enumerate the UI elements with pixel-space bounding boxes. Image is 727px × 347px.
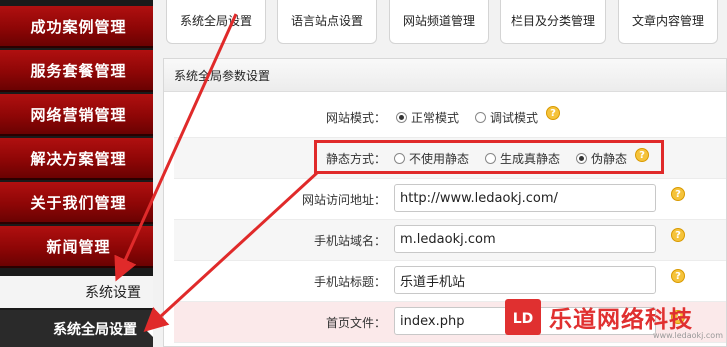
site-mode-row: 网站模式： 正常模式 调试模式 ? [174, 97, 726, 138]
radio-debug-mode[interactable]: 调试模式 [475, 109, 538, 126]
tab-channel-management[interactable]: 网站频道管理 [389, 0, 489, 44]
sidebar-item-label: 解决方案管理 [30, 149, 127, 168]
sidebar-item-label: 成功案例管理 [30, 17, 127, 36]
sidebar-section-system-settings[interactable]: 系统设置 [0, 276, 153, 308]
watermark: LD 乐道网络科技 www.ledaokj.com [503, 294, 727, 340]
panel-title: 系统全局参数设置 [164, 59, 726, 92]
radio-label: 正常模式 [411, 110, 460, 125]
index-file-label: 首页文件： [325, 315, 386, 330]
mobile-domain-label: 手机站域名： [313, 233, 386, 248]
brand-name: 乐道网络科技 [549, 307, 693, 333]
sidebar-item-label: 系统全局设置 [53, 321, 137, 338]
sidebar-item-about[interactable]: 关于我们管理 [0, 182, 153, 224]
mobile-domain-field[interactable]: m.ledaokj.com [394, 225, 656, 253]
tab-category-management[interactable]: 栏目及分类管理 [500, 0, 606, 44]
sidebar-section-label: 系统设置 [85, 285, 141, 301]
site-url-field[interactable]: http://www.ledaokj.com/ [394, 184, 656, 212]
highlight-box [314, 140, 664, 174]
tab-label: 网站频道管理 [402, 13, 475, 28]
radio-button[interactable] [475, 111, 487, 123]
sidebar-item-marketing[interactable]: 网络营销管理 [0, 94, 153, 136]
tab-global-settings[interactable]: 系统全局设置 [166, 0, 266, 44]
mobile-title-label: 手机站标题： [313, 274, 386, 289]
logo-glyph: LD [513, 311, 534, 327]
site-mode-label: 网站模式： [325, 110, 386, 125]
help-icon[interactable]: ? [671, 228, 685, 242]
sidebar-item-label: 服务套餐管理 [30, 61, 127, 80]
sidebar-item-label: 新闻管理 [46, 237, 111, 256]
top-tabs: 系统全局设置 语言站点设置 网站频道管理 栏目及分类管理 文章内容管理 [153, 0, 727, 52]
tab-label: 系统全局设置 [179, 13, 252, 28]
tab-article-management[interactable]: 文章内容管理 [618, 0, 718, 44]
mobile-title-field[interactable]: 乐道手机站 [394, 266, 656, 294]
tab-label: 栏目及分类管理 [510, 13, 595, 28]
tab-language-sites[interactable]: 语言站点设置 [277, 0, 377, 44]
radio-button[interactable] [396, 111, 407, 123]
help-icon[interactable]: ? [671, 269, 685, 283]
sidebar-item-label: 关于我们管理 [30, 193, 127, 212]
help-icon[interactable]: ? [546, 106, 561, 120]
help-icon[interactable]: ? [671, 187, 685, 201]
radio-label: 调试模式 [490, 110, 539, 125]
mobile-domain-row: 手机站域名： m.ledaokj.com ? [174, 220, 726, 261]
sidebar: 成功案例管理 服务套餐管理 网络营销管理 解决方案管理 关于我们管理 新闻管理 … [0, 0, 153, 347]
radio-normal-mode[interactable]: 正常模式 [396, 109, 459, 126]
sidebar-item-global-settings[interactable]: 系统全局设置 [0, 310, 153, 347]
site-url-row: 网站访问地址： http://www.ledaokj.com/ ? [174, 179, 726, 220]
sidebar-item-label: 网络营销管理 [30, 105, 127, 124]
sidebar-item-solutions[interactable]: 解决方案管理 [0, 138, 153, 180]
sidebar-item-cases[interactable]: 成功案例管理 [0, 6, 153, 48]
brand-logo-icon: LD [503, 297, 543, 337]
site-url-label: 网站访问地址： [301, 192, 386, 207]
tab-label: 文章内容管理 [631, 13, 704, 28]
site-mode-radio-group: 正常模式 调试模式 ? [396, 97, 561, 137]
brand-url: www.ledaokj.com [653, 331, 723, 340]
tab-label: 语言站点设置 [290, 13, 363, 28]
sidebar-item-news[interactable]: 新闻管理 [0, 226, 153, 268]
sidebar-item-service-packages[interactable]: 服务套餐管理 [0, 50, 153, 92]
